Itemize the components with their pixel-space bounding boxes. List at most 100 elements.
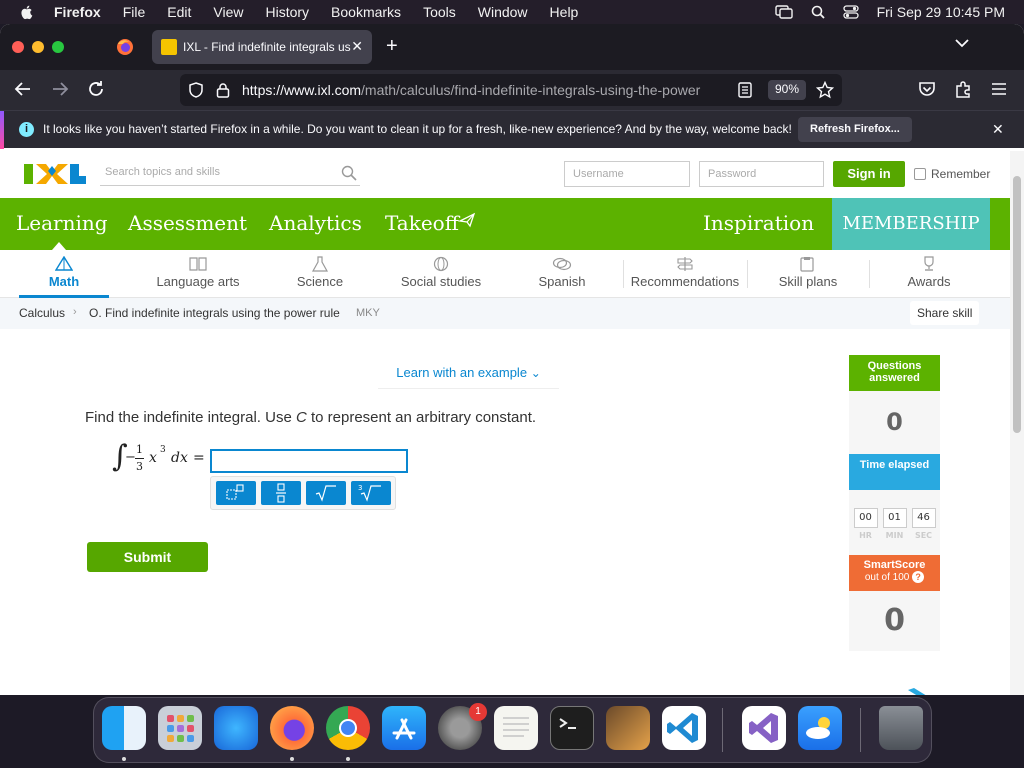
active-tab[interactable]: IXL - Find indefinite integrals us ✕ <box>152 30 372 64</box>
subnav-divider <box>747 260 748 288</box>
password-field[interactable]: Password <box>699 161 824 187</box>
square-root-tool-button[interactable] <box>306 481 346 505</box>
apple-icon[interactable] <box>19 4 35 20</box>
subject-tab-science[interactable]: Science <box>290 250 350 297</box>
refresh-firefox-button[interactable]: Refresh Firefox... <box>798 117 912 142</box>
chrome-icon[interactable] <box>326 706 370 750</box>
trash-icon[interactable] <box>879 706 923 750</box>
timer-seconds: 46 SEC <box>911 508 936 540</box>
subject-tab-social-studies[interactable]: Social studies <box>393 250 489 297</box>
tracking-protection-shield-icon[interactable] <box>188 82 204 98</box>
menu-help[interactable]: Help <box>550 4 579 20</box>
forward-arrow-icon[interactable] <box>51 80 69 98</box>
finder-icon[interactable] <box>102 706 146 750</box>
sign-in-button[interactable]: Sign in <box>833 161 905 187</box>
subject-label: Recommendations <box>630 274 740 289</box>
lock-icon[interactable] <box>216 82 230 98</box>
checkbox-icon[interactable] <box>914 168 926 180</box>
subject-tab-recommendations[interactable]: Recommendations <box>628 250 742 297</box>
minimize-window-button[interactable] <box>32 41 44 53</box>
scrollbar-thumb[interactable] <box>1013 176 1021 433</box>
weather-icon[interactable] <box>798 706 842 750</box>
search-icon[interactable] <box>341 165 357 181</box>
subject-tab-skill-plans[interactable]: Skill plans <box>768 250 848 297</box>
textedit-icon[interactable] <box>494 706 538 750</box>
back-arrow-icon[interactable] <box>14 80 32 98</box>
menu-file[interactable]: File <box>123 4 146 20</box>
terminal-icon[interactable] <box>550 706 594 750</box>
pencil-scratchpad-icon[interactable] <box>906 688 946 695</box>
learn-with-example-toggle[interactable]: Learn with an example ⌄ <box>378 363 559 389</box>
menu-edit[interactable]: Edit <box>167 4 191 20</box>
menu-app-name[interactable]: Firefox <box>54 4 101 20</box>
exponent-template-icon <box>226 484 244 500</box>
notification-badge: 1 <box>469 703 487 721</box>
zoom-level-button[interactable]: 90% <box>768 80 807 100</box>
firefox-view-icon[interactable] <box>116 38 134 56</box>
exponent-tool-button[interactable] <box>216 481 256 505</box>
url-bar[interactable]: https://www.ixl.com/math/calculus/find-i… <box>180 74 842 106</box>
list-all-tabs-icon[interactable] <box>955 38 969 48</box>
subnav-divider <box>623 260 624 288</box>
submit-button[interactable]: Submit <box>87 542 208 572</box>
nav-inspiration[interactable]: Inspiration <box>703 211 814 235</box>
nav-assessment[interactable]: Assessment <box>128 211 247 235</box>
close-tab-icon[interactable]: ✕ <box>351 38 363 55</box>
answer-input[interactable] <box>210 449 408 473</box>
progress-sidebar: Questions answered 0 Time elapsed 00 HR 0… <box>849 355 940 651</box>
close-notification-icon[interactable]: ✕ <box>992 121 1004 138</box>
username-field[interactable]: Username <box>564 161 690 187</box>
trophy-icon <box>924 256 934 271</box>
subject-label: Social studies <box>400 274 482 289</box>
fraction-tool-button[interactable] <box>261 481 301 505</box>
pocket-icon[interactable] <box>918 80 936 98</box>
control-center-icon[interactable] <box>842 5 859 19</box>
main-nav-bar: Learning Assessment Analytics Takeoff In… <box>0 198 1010 250</box>
breadcrumb-calculus[interactable]: Calculus <box>19 306 65 320</box>
subject-tab-math[interactable]: Math <box>19 250 109 298</box>
nav-membership[interactable]: MEMBERSHIP <box>832 198 990 250</box>
screen-mirroring-icon[interactable] <box>774 5 793 19</box>
safari-compass-icon[interactable] <box>214 706 258 750</box>
url-text[interactable]: https://www.ixl.com/math/calculus/find-i… <box>242 82 728 98</box>
menu-bookmarks[interactable]: Bookmarks <box>331 4 401 20</box>
new-tab-icon[interactable]: + <box>386 35 398 58</box>
menu-tools[interactable]: Tools <box>423 4 456 20</box>
search-topics-input[interactable]: Search topics and skills <box>100 162 360 186</box>
timer-seconds-value: 46 <box>911 508 936 528</box>
garageband-guitar-icon[interactable] <box>606 706 650 750</box>
spotlight-search-icon[interactable] <box>811 5 825 19</box>
nav-learning[interactable]: Learning <box>16 211 108 235</box>
hamburger-menu-icon[interactable] <box>990 80 1008 98</box>
cloud-sun-icon <box>806 717 830 739</box>
nth-root-tool-button[interactable]: 3 <box>351 481 391 505</box>
firefox-icon[interactable] <box>270 706 314 750</box>
bookmark-star-icon[interactable] <box>816 81 834 99</box>
question-prompt: Find the indefinite integral. Use C to r… <box>85 409 536 426</box>
menu-window[interactable]: Window <box>478 4 528 20</box>
page-scrollbar[interactable] <box>1010 151 1024 695</box>
subject-tab-spanish[interactable]: Spanish <box>532 250 592 297</box>
nav-analytics[interactable]: Analytics <box>269 211 362 235</box>
maximize-window-button[interactable] <box>52 41 64 53</box>
remember-checkbox[interactable]: Remember <box>914 167 990 181</box>
close-window-button[interactable] <box>12 41 24 53</box>
vscode-icon[interactable] <box>662 706 706 750</box>
menu-history[interactable]: History <box>265 4 309 20</box>
subject-tab-language-arts[interactable]: Language arts <box>149 250 247 297</box>
reload-icon[interactable] <box>87 80 105 98</box>
subject-tab-awards[interactable]: Awards <box>898 250 960 297</box>
menu-view[interactable]: View <box>213 4 243 20</box>
reader-view-icon[interactable] <box>738 82 752 98</box>
visual-studio-icon[interactable] <box>742 706 786 750</box>
nav-takeoff[interactable]: Takeoff <box>385 211 459 235</box>
menubar-clock[interactable]: Fri Sep 29 10:45 PM <box>877 4 1005 20</box>
subject-label: Awards <box>907 274 951 289</box>
share-skill-button[interactable]: Share skill <box>910 301 980 325</box>
subject-label: Language arts <box>156 274 240 289</box>
ixl-logo[interactable] <box>24 162 86 186</box>
app-store-icon[interactable] <box>382 706 426 750</box>
help-question-icon[interactable]: ? <box>912 571 925 583</box>
extensions-puzzle-icon[interactable] <box>954 80 972 98</box>
launchpad-icon[interactable] <box>158 706 202 750</box>
